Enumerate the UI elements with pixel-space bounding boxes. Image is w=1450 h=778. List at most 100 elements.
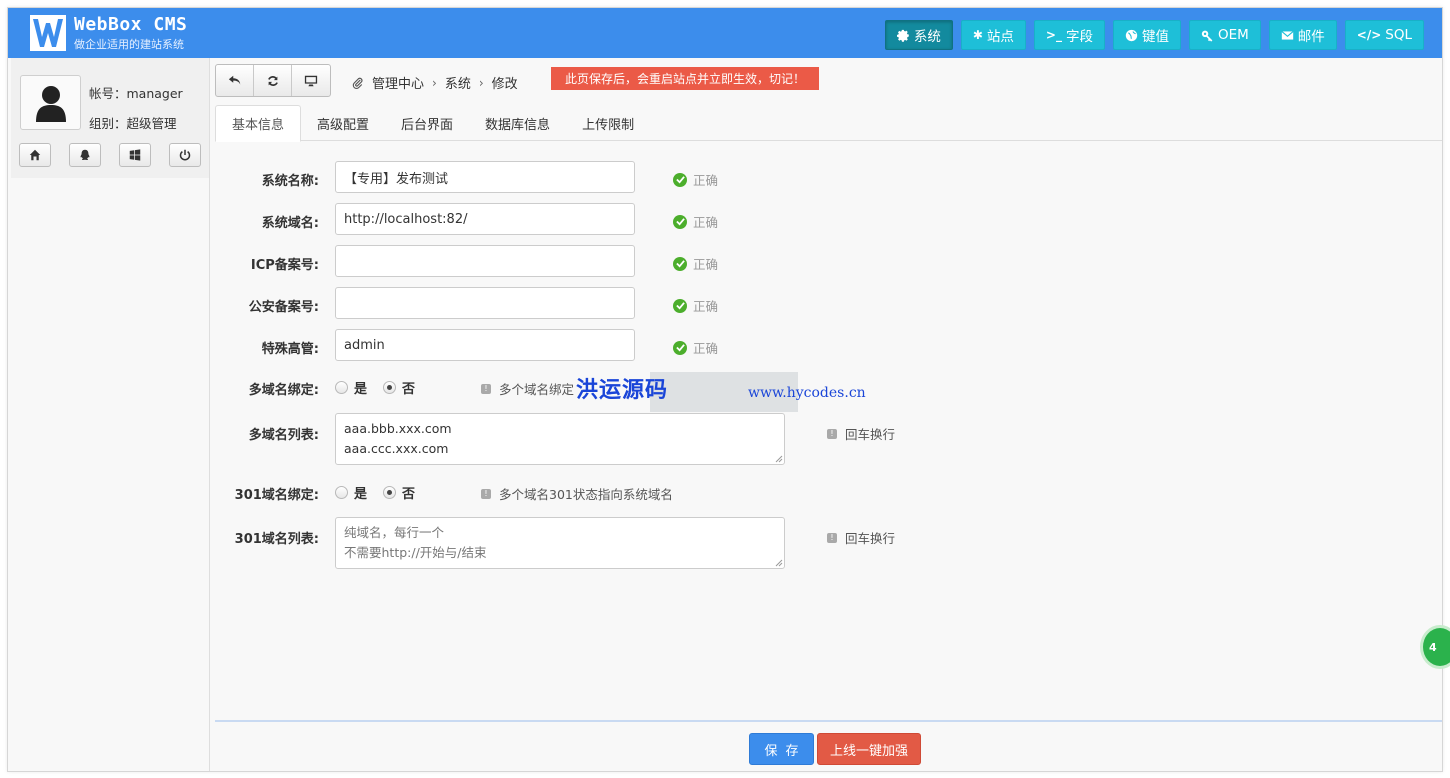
textarea-line: aaa.ccc.xxx.com bbox=[344, 441, 449, 456]
gear-icon bbox=[896, 29, 909, 42]
ok-text: 正确 bbox=[693, 299, 719, 314]
validation-ok: 正确 bbox=[673, 212, 718, 231]
nav-label: 键值 bbox=[1141, 29, 1169, 45]
asterisk-icon: ✱ bbox=[972, 28, 983, 42]
info-icon: ! bbox=[481, 488, 491, 499]
nav-site-button[interactable]: ✱ 站点 bbox=[960, 20, 1026, 50]
resize-grip-icon[interactable] bbox=[775, 559, 783, 567]
breadcrumb-item[interactable]: 管理中心 bbox=[372, 73, 424, 92]
chevron-right-icon: › bbox=[478, 75, 484, 90]
online-boost-button[interactable]: 上线一键加强 bbox=[817, 733, 921, 765]
radio-no[interactable]: 否 bbox=[383, 378, 415, 397]
hint-text: 回车换行 bbox=[845, 531, 896, 546]
placeholder-line: 不需要http://开始与/结束 bbox=[344, 545, 487, 560]
qq-icon bbox=[80, 149, 90, 160]
account-label: 帐号：manager bbox=[89, 86, 183, 101]
qq-button[interactable] bbox=[69, 143, 101, 167]
undo-icon bbox=[228, 75, 240, 84]
radio-no[interactable]: 否 bbox=[383, 483, 415, 502]
field-label: 多域名列表: bbox=[248, 428, 319, 443]
nav-mail-button[interactable]: 邮件 bbox=[1268, 20, 1337, 50]
home-button[interactable] bbox=[19, 143, 51, 167]
back-button[interactable] bbox=[216, 65, 254, 96]
power-icon bbox=[179, 149, 191, 161]
check-icon bbox=[673, 298, 687, 313]
windows-icon bbox=[129, 149, 141, 161]
brand: WebBox CMS 做企业适用的建站系统 bbox=[74, 14, 187, 52]
radio-button[interactable] bbox=[383, 381, 397, 394]
multi-domain-hint: ! 多个域名绑定 bbox=[481, 379, 574, 398]
info-icon: ! bbox=[481, 383, 491, 394]
multi-domain-textarea[interactable]: aaa.bbb.xxx.com aaa.ccc.xxx.com bbox=[335, 413, 785, 465]
user-card: 帐号：manager 组别：超级管理 bbox=[11, 58, 209, 178]
radio-label: 否 bbox=[402, 487, 416, 502]
brand-title: WebBox CMS bbox=[74, 14, 188, 35]
refresh-button[interactable] bbox=[254, 65, 292, 96]
tab-upload-limit[interactable]: 上传限制 bbox=[566, 105, 650, 141]
redirect-list-hint: ! 回车换行 bbox=[827, 528, 895, 547]
nav-keyvalue-button[interactable]: 键值 bbox=[1112, 20, 1181, 50]
tab-advanced[interactable]: 高级配置 bbox=[301, 105, 385, 141]
page-toolbar bbox=[215, 64, 331, 97]
tab-basic-info[interactable]: 基本信息 bbox=[215, 105, 302, 142]
radio-button[interactable] bbox=[383, 486, 397, 499]
system-name-input[interactable]: 【专用】发布测试 bbox=[335, 161, 635, 193]
radio-label: 是 bbox=[354, 382, 368, 397]
validation-ok: 正确 bbox=[673, 338, 718, 357]
police-record-input[interactable] bbox=[335, 287, 635, 319]
field-label: 系统域名: bbox=[261, 216, 319, 231]
multi-list-hint: ! 回车换行 bbox=[827, 424, 895, 443]
nav-sql-button[interactable]: </> SQL bbox=[1344, 20, 1424, 50]
tab-admin-ui[interactable]: 后台界面 bbox=[385, 105, 469, 141]
key-icon bbox=[1201, 30, 1213, 42]
field-label: 多域名绑定: bbox=[248, 383, 319, 398]
redirect-list-textarea[interactable]: 纯域名，每行一个 不需要http://开始与/结束 bbox=[335, 517, 785, 569]
tab-bar: 基本信息 高级配置 后台界面 数据库信息 上传限制 bbox=[215, 105, 1442, 142]
radio-button[interactable] bbox=[335, 381, 348, 394]
nav-system-button[interactable]: 系统 bbox=[884, 20, 953, 50]
save-button[interactable]: 保存 bbox=[749, 733, 814, 765]
multi-domain-radio-group: 是 否 bbox=[335, 378, 415, 397]
field-label: 特殊高管: bbox=[261, 342, 319, 357]
nav-label: 字段 bbox=[1065, 29, 1093, 45]
hint-text: 回车换行 bbox=[845, 427, 896, 442]
textarea-line: aaa.bbb.xxx.com bbox=[344, 421, 452, 436]
radio-button[interactable] bbox=[335, 486, 348, 499]
super-admin-input[interactable]: admin bbox=[335, 329, 635, 361]
check-icon bbox=[673, 172, 687, 187]
breadcrumb-item: 修改 bbox=[491, 77, 518, 92]
resize-grip-icon[interactable] bbox=[775, 455, 783, 463]
breadcrumb: 管理中心 › 系统 › 修改 bbox=[352, 73, 518, 92]
avatar bbox=[20, 75, 81, 130]
preview-button[interactable] bbox=[292, 65, 330, 96]
nav-label: OEM bbox=[1217, 27, 1249, 43]
field-label: 301域名绑定: bbox=[234, 488, 319, 503]
placeholder-line: 纯域名，每行一个 bbox=[344, 525, 445, 540]
footer-divider bbox=[215, 720, 1442, 722]
watermark: 洪运源码 bbox=[576, 372, 668, 404]
breadcrumb-item[interactable]: 系统 bbox=[445, 73, 471, 92]
logout-button[interactable] bbox=[169, 143, 201, 167]
system-domain-input[interactable]: http://localhost:82/ bbox=[335, 203, 635, 235]
field-label: 301域名列表: bbox=[234, 532, 319, 547]
nav-label: 站点 bbox=[986, 29, 1014, 45]
group-label: 组别：超级管理 bbox=[89, 116, 177, 131]
monitor-icon bbox=[304, 75, 318, 86]
radio-label: 否 bbox=[402, 382, 416, 397]
nav-field-button[interactable]: >_ 字段 bbox=[1033, 20, 1105, 50]
sidebar: 帐号：manager 组别：超级管理 bbox=[8, 58, 210, 771]
icp-input[interactable] bbox=[335, 245, 635, 277]
nav-label: 邮件 bbox=[1297, 29, 1325, 45]
radio-yes[interactable]: 是 bbox=[335, 378, 367, 397]
ok-text: 正确 bbox=[693, 173, 719, 188]
check-icon bbox=[673, 214, 687, 229]
windows-button[interactable] bbox=[119, 143, 151, 167]
chevron-right-icon: › bbox=[432, 75, 437, 90]
envelope-icon bbox=[1281, 30, 1294, 40]
nav-oem-button[interactable]: OEM bbox=[1188, 20, 1261, 50]
tab-database[interactable]: 数据库信息 bbox=[469, 105, 566, 141]
globe-icon bbox=[1125, 29, 1138, 41]
radio-yes[interactable]: 是 bbox=[335, 483, 367, 502]
radio-label: 是 bbox=[354, 487, 368, 502]
refresh-icon bbox=[267, 75, 278, 86]
